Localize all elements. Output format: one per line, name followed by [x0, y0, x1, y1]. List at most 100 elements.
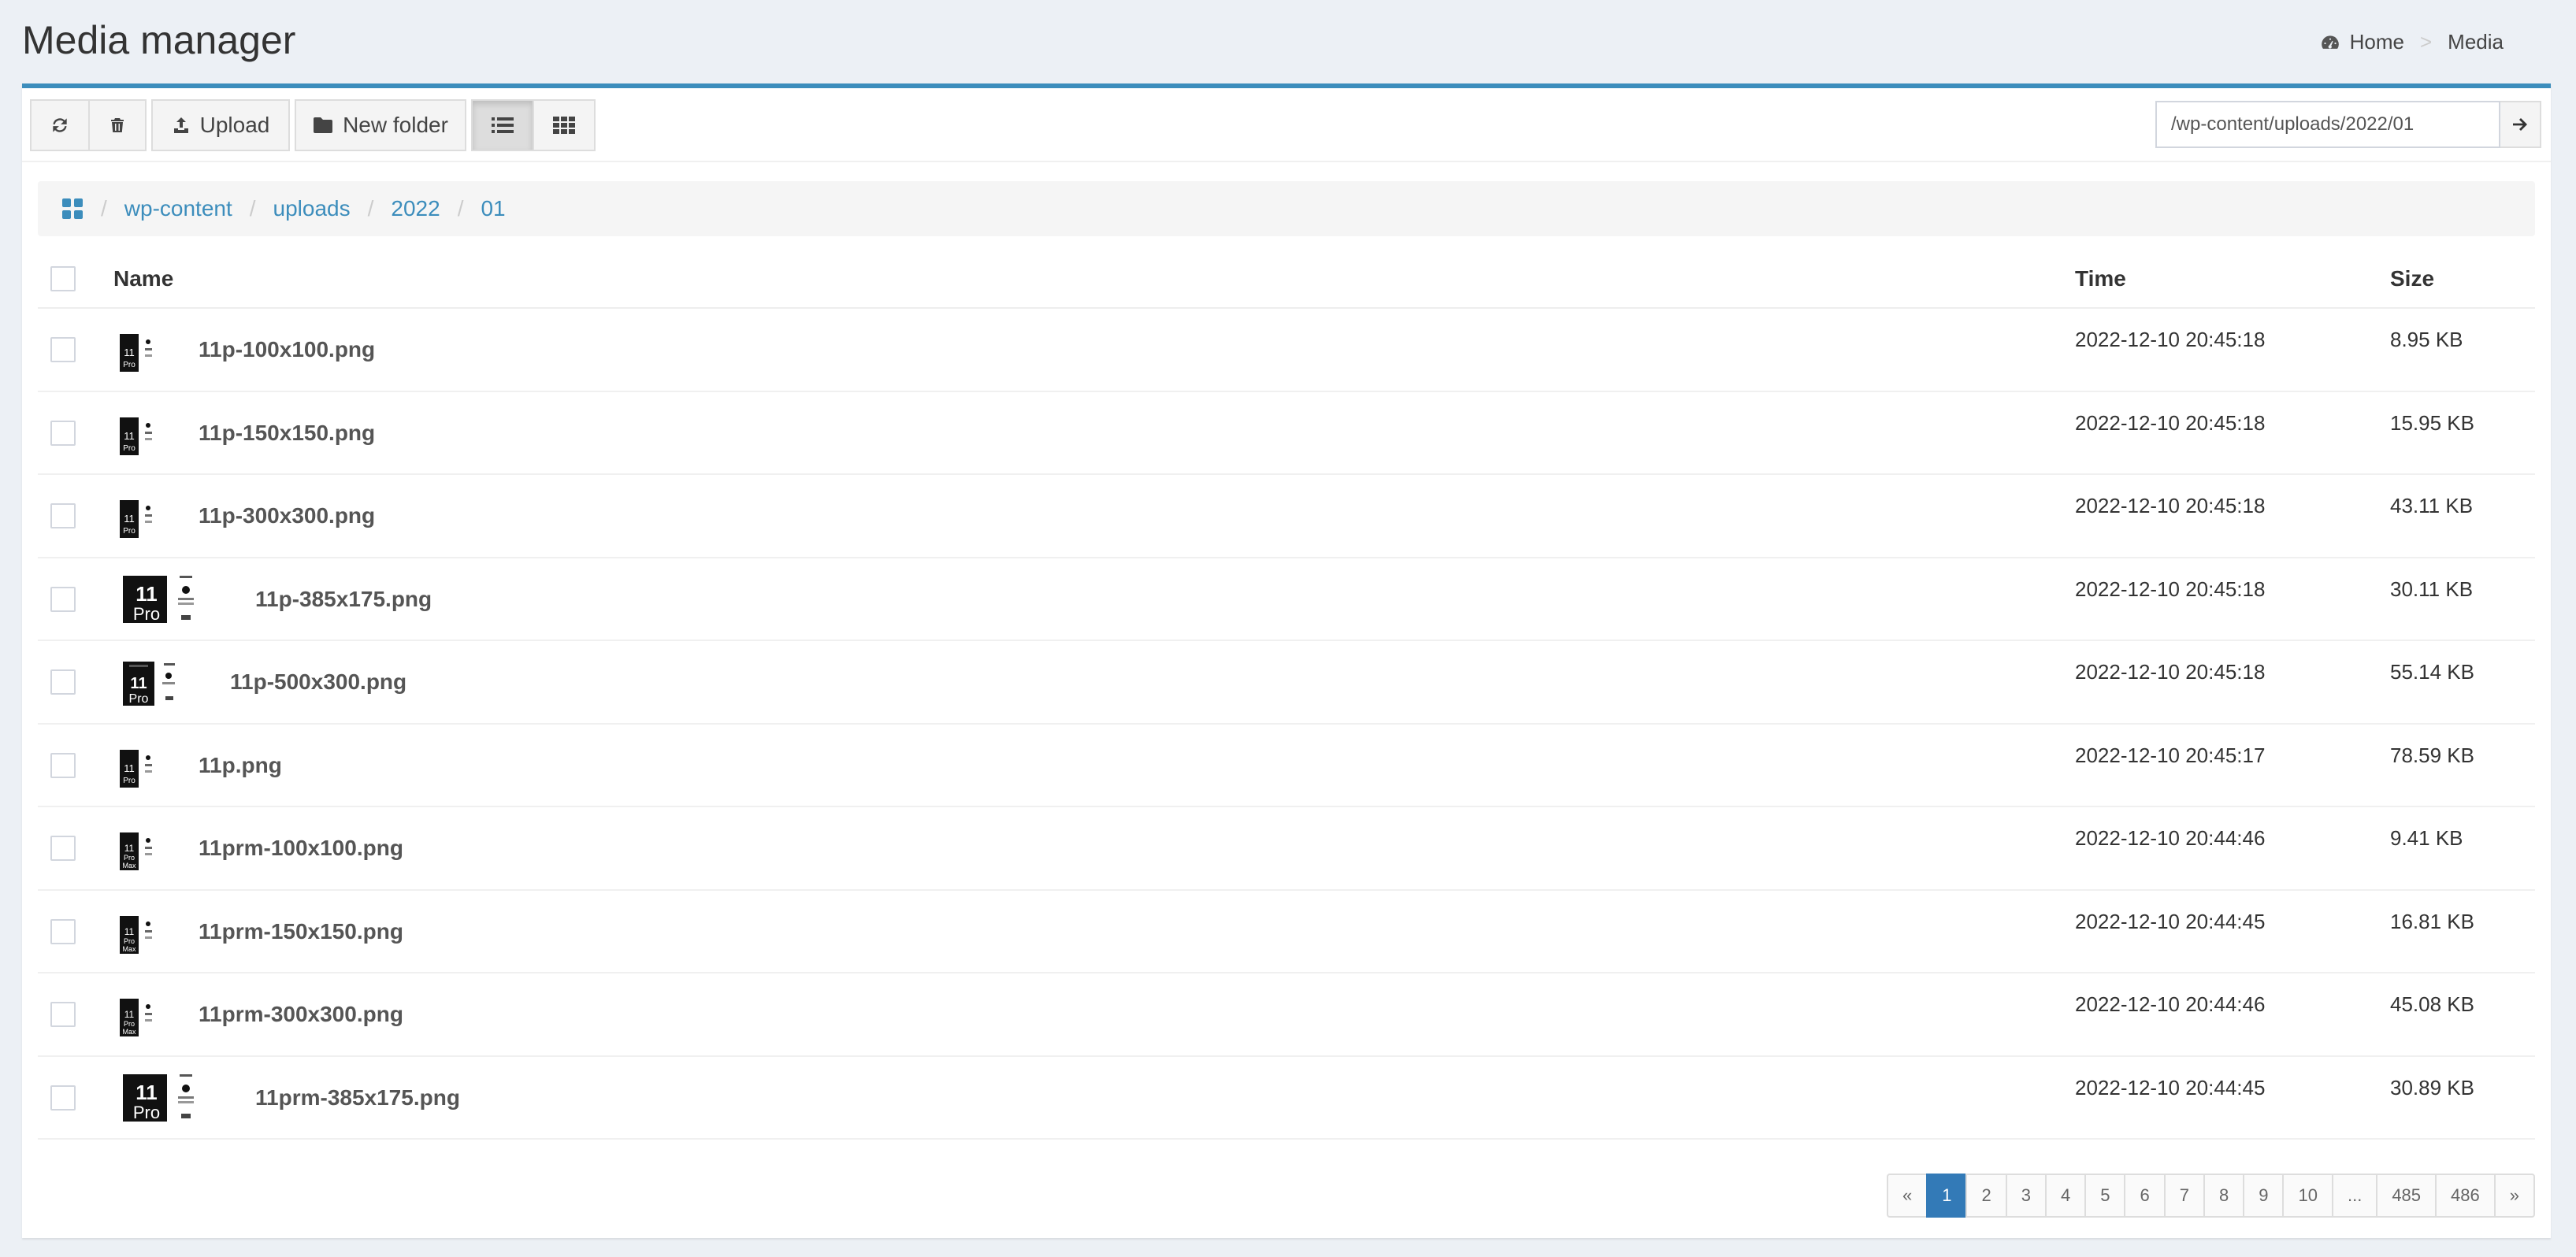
view-toggle-group: [471, 99, 596, 151]
file-name[interactable]: 11p-385x175.png: [255, 587, 432, 612]
refresh-button[interactable]: [30, 99, 90, 151]
page-6[interactable]: 6: [2124, 1174, 2166, 1218]
breadcrumb-home-link[interactable]: Home: [2350, 30, 2404, 54]
row-checkbox[interactable]: [50, 1002, 76, 1027]
image-thumbnail[interactable]: 11ProMax: [117, 913, 156, 955]
upload-button[interactable]: Upload: [151, 99, 290, 151]
toolbar-divider: [22, 161, 2551, 162]
table-row[interactable]: 11 Pro 11p.png 2022-12-10 20:45:17 78.59 …: [38, 725, 2535, 807]
file-size: 30.89 KB: [2390, 1075, 2474, 1099]
table-row[interactable]: 11 Pro 11prm-385x175.png 2022-12-10 20:44…: [38, 1057, 2535, 1140]
table-row[interactable]: 11 Pro Max 11prm-300x300.png 2022-12-10 20…: [38, 973, 2535, 1057]
file-name[interactable]: 11p-500x300.png: [230, 669, 406, 695]
svg-text:Pro: Pro: [123, 777, 135, 785]
svg-text:11: 11: [130, 675, 147, 692]
path-navigator: [2155, 101, 2541, 148]
go-button[interactable]: [2500, 101, 2541, 148]
svg-text:Max: Max: [122, 1028, 136, 1036]
file-name[interactable]: 11p-150x150.png: [199, 421, 375, 446]
action-button-group: [30, 99, 147, 151]
row-checkbox[interactable]: [50, 669, 76, 695]
page-2[interactable]: 2: [1965, 1174, 2007, 1218]
svg-text:Pro: Pro: [123, 444, 135, 453]
page-486[interactable]: 486: [2435, 1174, 2496, 1218]
page-9[interactable]: 9: [2243, 1174, 2285, 1218]
row-checkbox[interactable]: [50, 503, 76, 528]
row-checkbox[interactable]: [50, 1085, 76, 1111]
svg-text:Pro: Pro: [133, 1103, 160, 1122]
root-grid-icon[interactable]: [61, 198, 84, 220]
file-name[interactable]: 11prm-100x100.png: [199, 836, 403, 861]
svg-text:Pro: Pro: [123, 361, 135, 369]
delete-button[interactable]: [88, 99, 147, 151]
new-folder-button[interactable]: New folder: [295, 99, 466, 151]
image-thumbnail[interactable]: 11Pro: [117, 497, 156, 540]
page-1[interactable]: 1: [1926, 1174, 1968, 1218]
breadcrumb-uploads[interactable]: uploads: [273, 196, 351, 221]
svg-text:Pro: Pro: [124, 937, 135, 945]
row-checkbox[interactable]: [50, 918, 76, 944]
page-next[interactable]: »: [2493, 1174, 2535, 1218]
grid-view-button[interactable]: [533, 99, 596, 151]
svg-text:11: 11: [124, 1009, 135, 1020]
table-row[interactable]: 11 Pro Max 11prm-150x150.png 2022-12-10 20…: [38, 891, 2535, 973]
page-4[interactable]: 4: [2044, 1174, 2087, 1218]
file-name[interactable]: 11p-100x100.png: [199, 337, 375, 362]
page-8[interactable]: 8: [2203, 1174, 2245, 1218]
breadcrumb-separator: /: [101, 196, 107, 221]
breadcrumb-2022[interactable]: 2022: [391, 196, 440, 221]
row-checkbox[interactable]: [50, 337, 76, 362]
upload-label: Upload: [199, 113, 270, 137]
svg-text:Max: Max: [122, 862, 136, 870]
row-checkbox[interactable]: [50, 836, 76, 861]
image-thumbnail[interactable]: 11Pro: [117, 331, 156, 373]
svg-text:Pro: Pro: [124, 1020, 135, 1028]
svg-text:Pro: Pro: [133, 604, 160, 624]
image-thumbnail[interactable]: 11Pro: [120, 574, 202, 625]
row-checkbox[interactable]: [50, 586, 76, 612]
folder-icon: [314, 117, 333, 133]
image-thumbnail[interactable]: 11 Pro: [117, 414, 156, 457]
table-row[interactable]: 11 Pro 11p-300x300.png 2022-12-10 20:45:1…: [38, 475, 2535, 558]
page-title: Media manager: [22, 18, 296, 62]
page-7[interactable]: 7: [2163, 1174, 2205, 1218]
row-checkbox[interactable]: [50, 752, 76, 778]
header-breadcrumb: Home > Media: [2320, 30, 2504, 54]
list-view-button[interactable]: [471, 99, 534, 151]
file-size: 43.11 KB: [2390, 494, 2474, 517]
table-row[interactable]: 11 Pro 11p-150x150.png 2022-12-10 20:45:1…: [38, 392, 2535, 475]
row-checkbox[interactable]: [50, 420, 76, 446]
media-box: Upload New folder / wp-content /uploads/…: [22, 83, 2551, 1238]
image-thumbnail[interactable]: 11Pro: [117, 747, 156, 789]
file-name[interactable]: 11prm-385x175.png: [255, 1085, 460, 1111]
svg-text:11: 11: [124, 843, 135, 854]
file-name[interactable]: 11p-300x300.png: [199, 503, 375, 528]
folder-breadcrumb: / wp-content / uploads / 2022 / 01: [38, 181, 2535, 236]
file-size: 16.81 KB: [2390, 909, 2474, 933]
image-thumbnail[interactable]: 11ProMax: [117, 829, 156, 872]
page-485[interactable]: 485: [2376, 1174, 2437, 1218]
image-thumbnail[interactable]: 11Pro: [120, 660, 180, 707]
file-size: 15.95 KB: [2390, 410, 2474, 435]
breadcrumb-wp-content[interactable]: wp-content: [124, 196, 232, 221]
table-row[interactable]: 11 Pro 11p-100x100.png 2022-12-10 20:45:1…: [38, 309, 2535, 392]
list-icon: [492, 117, 514, 133]
svg-text:11: 11: [124, 926, 135, 937]
select-all-checkbox[interactable]: [50, 266, 76, 291]
table-row[interactable]: 11 Pro 11p-385x175.png 2022-12-10 20:45:1…: [38, 558, 2535, 641]
image-thumbnail[interactable]: 11Pro: [120, 1073, 202, 1123]
page-10[interactable]: 10: [2282, 1174, 2333, 1218]
page-5[interactable]: 5: [2084, 1174, 2126, 1218]
page-prev[interactable]: «: [1886, 1174, 1928, 1218]
breadcrumb-01[interactable]: 01: [481, 196, 505, 221]
file-name[interactable]: 11p.png: [199, 753, 282, 778]
svg-text:Pro: Pro: [124, 854, 135, 862]
table-row[interactable]: 11 Pro 11p-500x300.png 2022-12-10 20:45:1…: [38, 641, 2535, 725]
page-3[interactable]: 3: [2005, 1174, 2047, 1218]
image-thumbnail[interactable]: 11ProMax: [117, 996, 156, 1038]
file-name[interactable]: 11prm-300x300.png: [199, 1002, 403, 1027]
table-row[interactable]: 11 Pro Max 11prm-100x100.png 2022-12-10 20…: [38, 807, 2535, 891]
file-name[interactable]: 11prm-150x150.png: [199, 919, 403, 944]
path-input[interactable]: [2155, 101, 2500, 148]
svg-text:11: 11: [124, 430, 135, 442]
